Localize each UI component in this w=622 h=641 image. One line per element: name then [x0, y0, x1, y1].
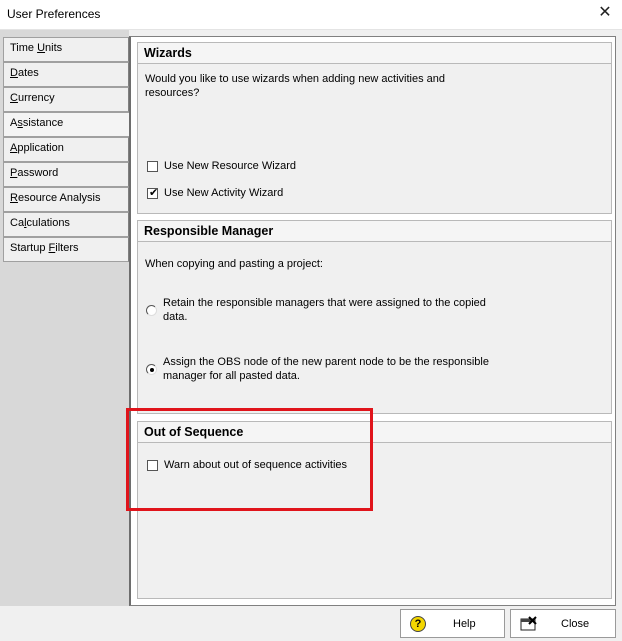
assign-obs-node-label-line2: manager for all pasted data.	[163, 370, 300, 382]
use-new-activity-wizard-label: Use New Activity Wizard	[164, 187, 284, 199]
tab-list: Time Units Dates Currency Assistance App…	[0, 30, 131, 606]
warn-out-of-sequence-checkbox[interactable]	[147, 460, 158, 471]
warn-out-of-sequence-label: Warn about out of sequence activities	[164, 459, 348, 471]
close-button[interactable]: Close	[510, 609, 616, 638]
use-new-resource-wizard-checkbox[interactable]	[147, 161, 158, 172]
assign-obs-node-label-line1: Assign the OBS node of the new parent no…	[163, 356, 489, 368]
help-button-label: Help	[453, 618, 476, 630]
close-button-label: Close	[561, 618, 590, 630]
tab-label: Password	[10, 167, 59, 179]
out-of-sequence-header: Out of Sequence	[138, 422, 611, 443]
wizards-prompt-line2: resources?	[145, 87, 200, 99]
tab-application[interactable]: Application	[3, 137, 129, 162]
tab-assistance[interactable]: Assistance	[3, 112, 131, 137]
wizards-header: Wizards	[138, 43, 611, 64]
tab-time-units[interactable]: Time Units	[3, 37, 129, 62]
window-close-icon[interactable]: ✕	[596, 4, 614, 22]
close-dialog-icon	[520, 616, 537, 631]
tab-label: Application	[10, 142, 64, 154]
tab-calculations[interactable]: Calculations	[3, 212, 129, 237]
tab-label: Assistance	[10, 117, 64, 129]
help-button[interactable]: ? Help	[400, 609, 505, 638]
tab-label: Resource Analysis	[10, 192, 101, 204]
use-new-resource-wizard-label: Use New Resource Wizard	[164, 160, 297, 172]
wizards-section: Wizards Would you like to use wizards wh…	[137, 42, 612, 214]
out-of-sequence-section: Out of Sequence Warn about out of sequen…	[137, 421, 612, 599]
checkmark-icon: ✔	[149, 187, 159, 199]
tab-label: Currency	[10, 92, 55, 104]
tab-startup-filters[interactable]: Startup Filters	[3, 237, 129, 262]
use-new-activity-wizard-checkbox[interactable]: ✔	[147, 187, 159, 199]
assign-obs-node-radio[interactable]	[146, 364, 157, 375]
window-title: User Preferences	[7, 7, 101, 21]
help-icon: ?	[410, 616, 426, 632]
button-bar: ? Help Close	[0, 606, 622, 641]
copy-paste-intro: When copying and pasting a project:	[145, 258, 323, 270]
tab-label: Calculations	[10, 217, 70, 229]
retain-managers-radio[interactable]	[146, 305, 157, 316]
tab-label: Dates	[10, 67, 39, 79]
tab-label: Time Units	[10, 42, 63, 54]
responsible-manager-section: Responsible Manager When copying and pas…	[137, 220, 612, 414]
wizards-prompt-line1: Would you like to use wizards when addin…	[145, 73, 446, 85]
retain-managers-label-line1: Retain the responsible managers that wer…	[163, 297, 486, 309]
tab-password[interactable]: Password	[3, 162, 129, 187]
title-bar: User Preferences ✕	[0, 0, 622, 30]
assistance-panel: Wizards Would you like to use wizards wh…	[129, 36, 616, 606]
tab-resource-analysis[interactable]: Resource Analysis	[3, 187, 129, 212]
tab-dates[interactable]: Dates	[3, 62, 129, 87]
radio-selected-dot	[150, 368, 154, 372]
retain-managers-label-line2: data.	[163, 311, 188, 323]
responsible-manager-header: Responsible Manager	[138, 221, 611, 242]
tab-currency[interactable]: Currency	[3, 87, 129, 112]
tab-label: Startup Filters	[10, 242, 79, 254]
